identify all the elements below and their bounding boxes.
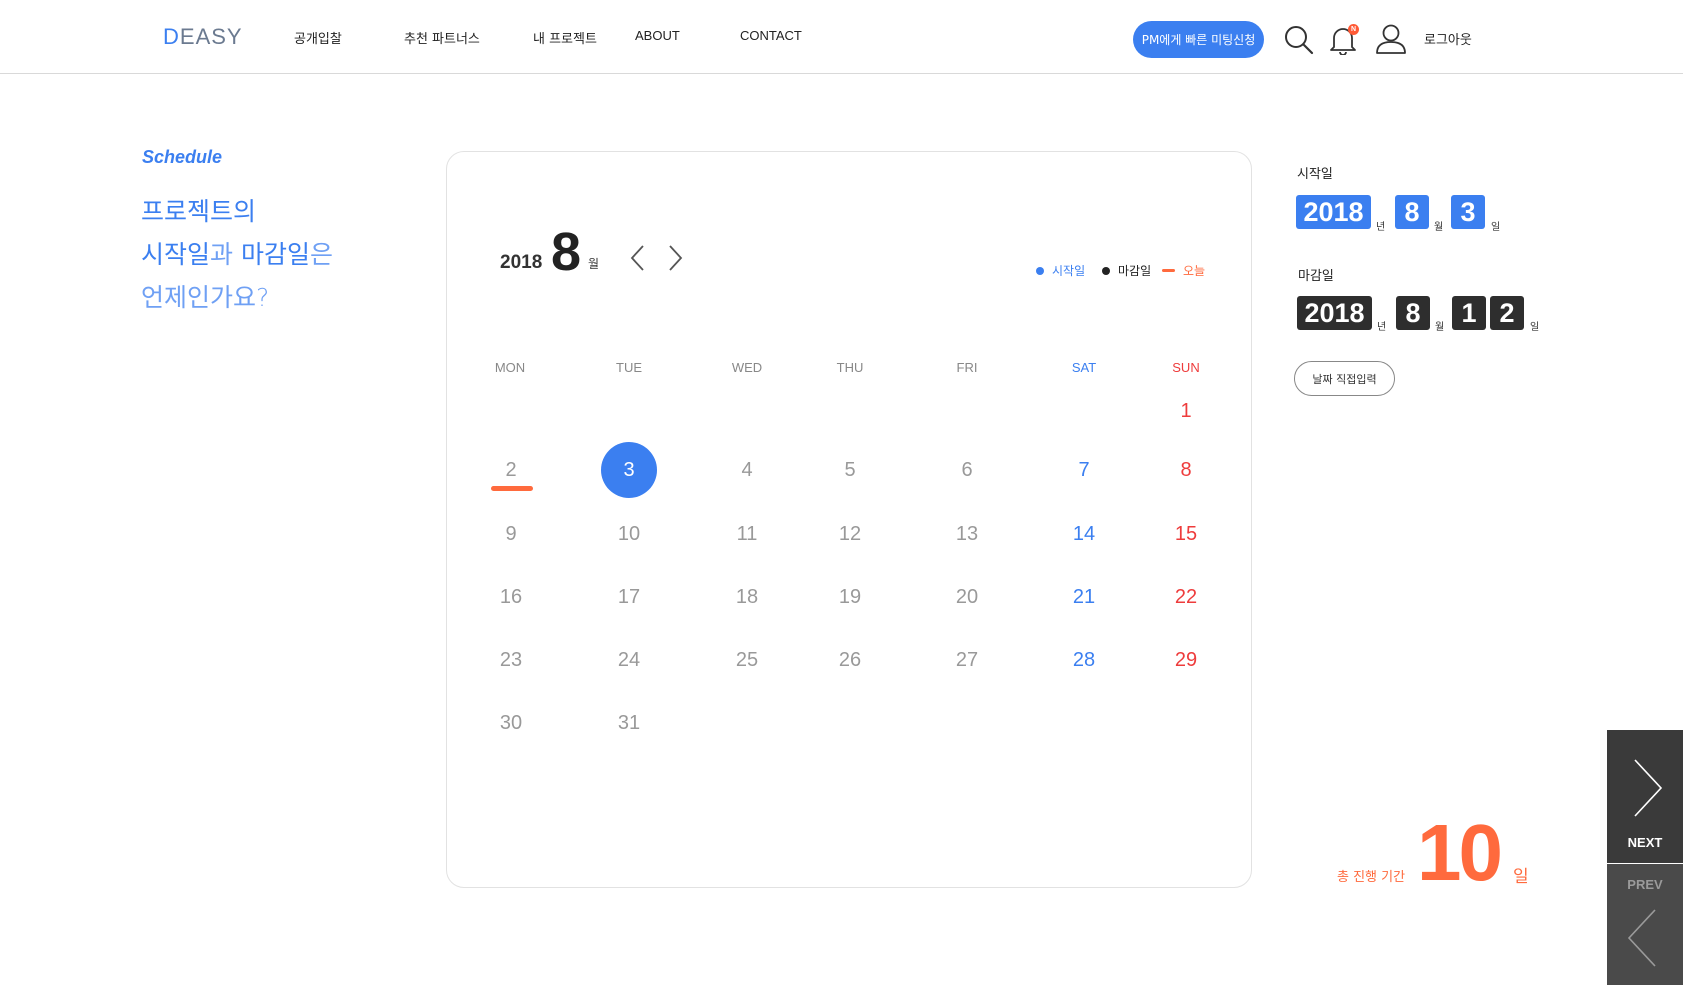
deasy-logo[interactable]: DEASY xyxy=(163,24,243,50)
total-duration-label: 총 진행 기간 xyxy=(1337,870,1406,885)
total-duration-value: 10 xyxy=(1417,808,1503,897)
calendar-month-unit: 월 xyxy=(588,257,600,271)
calendar-day-26[interactable]: 26 xyxy=(822,632,878,688)
calendar-day-1[interactable]: 1 xyxy=(1158,383,1214,439)
end-month-box[interactable]: 8 xyxy=(1396,296,1430,330)
user-icon[interactable] xyxy=(1375,23,1407,55)
calendar-day-9[interactable]: 9 xyxy=(483,506,539,562)
legend-start-dot-icon xyxy=(1036,266,1044,275)
end-year-unit: 년 xyxy=(1377,322,1387,333)
weekday-sun: SUN xyxy=(1172,360,1200,375)
prev-button[interactable]: PREV xyxy=(1607,864,1683,985)
calendar-day-25[interactable]: 25 xyxy=(719,632,775,688)
weekday-mon: MON xyxy=(494,360,526,375)
search-icon[interactable] xyxy=(1283,24,1315,56)
end-month-unit: 월 xyxy=(1435,322,1445,333)
next-button[interactable]: NEXT xyxy=(1607,730,1683,863)
weekday-fri: FRI xyxy=(956,360,978,375)
nav-contact[interactable]: CONTACT xyxy=(740,28,802,43)
legend-today: 오늘 xyxy=(1162,262,1205,279)
calendar-day-24[interactable]: 24 xyxy=(601,632,657,688)
calendar-day-29[interactable]: 29 xyxy=(1158,632,1214,688)
end-day-digit-1-box[interactable]: 1 xyxy=(1452,296,1486,330)
prev-label: PREV xyxy=(1627,877,1663,892)
chevron-right-icon xyxy=(1634,759,1663,817)
calendar-day-7[interactable]: 7 xyxy=(1056,442,1112,498)
calendar-day-3[interactable]: 3 xyxy=(601,442,657,498)
calendar-day-15[interactable]: 15 xyxy=(1158,506,1214,562)
pm-meeting-request-button[interactable]: PM에게 빠른 미팅신청 xyxy=(1133,21,1264,58)
calendar-day-23[interactable]: 23 xyxy=(483,632,539,688)
weekday-wed: WED xyxy=(731,360,763,375)
calendar-day-13[interactable]: 13 xyxy=(939,506,995,562)
total-duration-unit: 일 xyxy=(1513,867,1529,887)
calendar-day-30[interactable]: 30 xyxy=(483,695,539,751)
nav-public-bidding[interactable]: 공개입찰 xyxy=(294,28,342,47)
start-year-unit: 년 xyxy=(1376,222,1386,233)
calendar-day-2[interactable]: 2 xyxy=(483,442,539,498)
next-label: NEXT xyxy=(1627,835,1663,850)
end-date-label: 마감일 xyxy=(1298,269,1334,284)
end-day-unit: 일 xyxy=(1530,322,1540,333)
legend-end: 마감일 xyxy=(1102,262,1151,279)
section-label: Schedule xyxy=(142,147,223,167)
nav-recommended-partners[interactable]: 추천 파트너스 xyxy=(404,28,480,47)
start-day-box[interactable]: 3 xyxy=(1451,195,1485,229)
calendar-day-27[interactable]: 27 xyxy=(939,632,995,688)
headline-line-2: 시작일과 마감일은 xyxy=(141,240,333,269)
headline-line-1: 프로젝트의 xyxy=(141,197,257,226)
top-header: DEASY 공개입찰 추천 파트너스 내 프로젝트 ABOUT CONTACT … xyxy=(0,0,1683,74)
prev-month-chevron-icon[interactable] xyxy=(627,243,649,273)
start-day-unit: 일 xyxy=(1491,222,1501,233)
calendar-day-21[interactable]: 21 xyxy=(1056,569,1112,625)
calendar-day-18[interactable]: 18 xyxy=(719,569,775,625)
direct-date-input-button[interactable]: 날짜 직접입력 xyxy=(1294,361,1395,396)
legend-today-bar-icon xyxy=(1162,269,1175,272)
calendar-day-14[interactable]: 14 xyxy=(1056,506,1112,562)
legend-start: 시작일 xyxy=(1036,262,1085,279)
start-month-unit: 월 xyxy=(1434,222,1444,233)
calendar-day-12[interactable]: 12 xyxy=(822,506,878,562)
calendar-day-4[interactable]: 4 xyxy=(719,442,775,498)
calendar-year: 2018 xyxy=(500,252,543,273)
calendar-day-19[interactable]: 19 xyxy=(822,569,878,625)
start-month-box[interactable]: 8 xyxy=(1395,195,1429,229)
weekday-thu: THU xyxy=(836,360,864,375)
notification-badge: N xyxy=(1348,24,1359,35)
headline-line-3: 언제인가요? xyxy=(141,283,270,312)
calendar-day-16[interactable]: 16 xyxy=(483,569,539,625)
weekday-tue: TUE xyxy=(616,360,642,375)
legend-end-dot-icon xyxy=(1102,266,1110,275)
nav-about[interactable]: ABOUT xyxy=(635,28,680,43)
chevron-left-icon xyxy=(1627,909,1656,967)
calendar-day-31[interactable]: 31 xyxy=(601,695,657,751)
start-date-label: 시작일 xyxy=(1297,167,1333,182)
calendar-day-11[interactable]: 11 xyxy=(719,506,775,562)
next-month-chevron-icon[interactable] xyxy=(664,243,686,273)
calendar-day-17[interactable]: 17 xyxy=(601,569,657,625)
calendar-day-6[interactable]: 6 xyxy=(939,442,995,498)
calendar-day-22[interactable]: 22 xyxy=(1158,569,1214,625)
logout-link[interactable]: 로그아웃 xyxy=(1424,29,1472,48)
weekday-sat: SAT xyxy=(1071,360,1097,375)
calendar-day-5[interactable]: 5 xyxy=(822,442,878,498)
page-headline: 프로젝트의 시작일과 마감일은 언제인가요? xyxy=(141,190,333,319)
end-year-box[interactable]: 2018 xyxy=(1297,296,1372,330)
nav-my-projects[interactable]: 내 프로젝트 xyxy=(533,28,597,47)
end-day-digit-2-box[interactable]: 2 xyxy=(1490,296,1524,330)
calendar-day-8[interactable]: 8 xyxy=(1158,442,1214,498)
calendar-day-20[interactable]: 20 xyxy=(939,569,995,625)
calendar-month: 8 xyxy=(551,222,582,282)
calendar-day-10[interactable]: 10 xyxy=(601,506,657,562)
calendar-day-28[interactable]: 28 xyxy=(1056,632,1112,688)
start-year-box[interactable]: 2018 xyxy=(1296,195,1371,229)
